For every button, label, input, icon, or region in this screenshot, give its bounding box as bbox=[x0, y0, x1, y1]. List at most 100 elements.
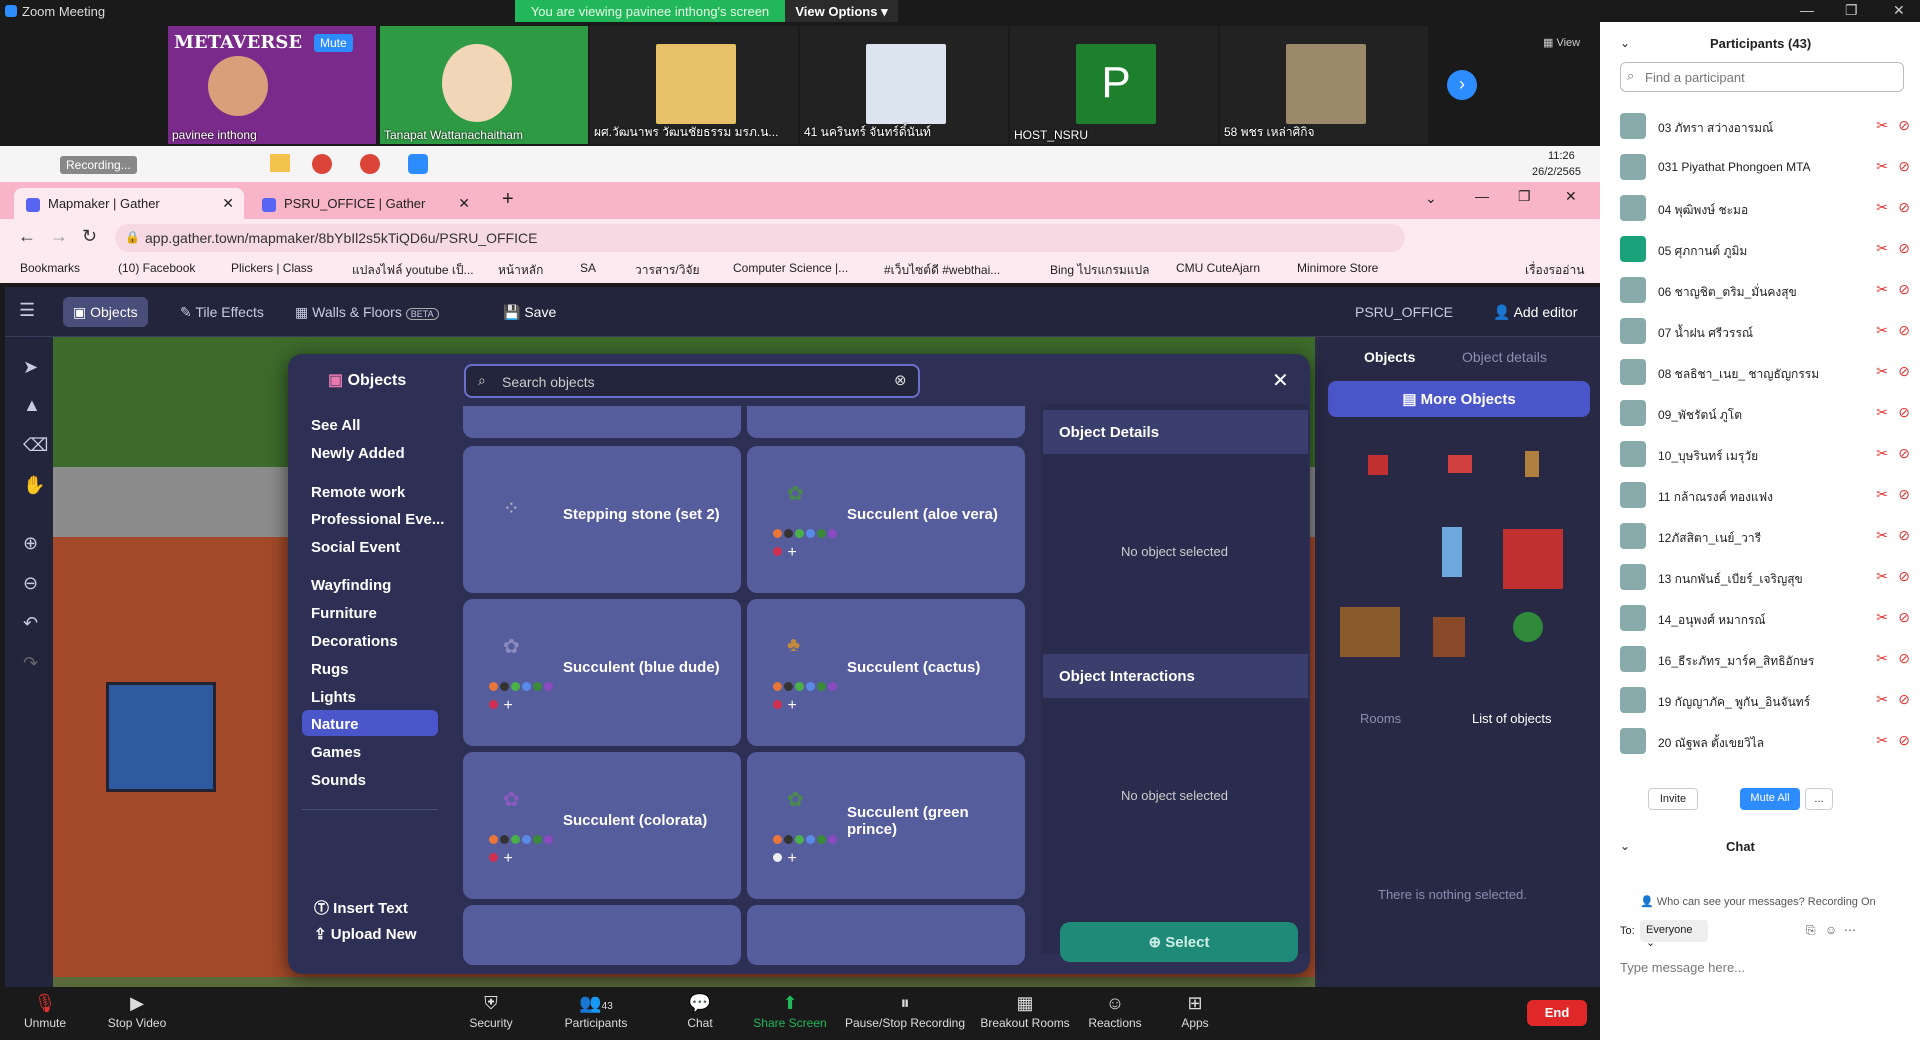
category-games[interactable]: Games bbox=[311, 744, 361, 761]
new-tab-icon[interactable]: + bbox=[502, 188, 514, 211]
close-icon[interactable]: ✕ bbox=[1893, 2, 1905, 19]
pause-recording-button[interactable]: ⏸ Pause/Stop Recording bbox=[840, 993, 970, 1030]
participant-row[interactable]: 07 น้ำฝน ศรีวรรณ์ ✂ ⊘ bbox=[1620, 314, 1910, 348]
objects-tool-button[interactable]: ▣ Objects bbox=[63, 297, 148, 327]
find-participant-input[interactable]: ⌕ Find a participant bbox=[1620, 62, 1904, 92]
close-icon[interactable]: ✕ bbox=[1565, 188, 1577, 205]
object-card[interactable] bbox=[747, 905, 1025, 965]
participant-row[interactable]: 031 Piyathat Phongoen MTA ✂ ⊘ bbox=[1620, 150, 1910, 184]
bookmark-item[interactable]: แปลงไฟล์ youtube เป็... bbox=[352, 261, 474, 280]
tab-objects[interactable]: Objects bbox=[1364, 349, 1415, 365]
object-card[interactable]: ⁘ Stepping stone (set 2) bbox=[463, 446, 741, 593]
select-tool-icon[interactable]: ➤ bbox=[23, 357, 38, 378]
restore-icon[interactable]: ❐ bbox=[1845, 2, 1858, 19]
category-nature[interactable]: Nature bbox=[311, 716, 359, 733]
participant-row[interactable]: 20 ณัฐพล ตั้งเขยวิไล ✂ ⊘ bbox=[1620, 724, 1910, 758]
stop-video-button[interactable]: ▶ Stop Video bbox=[92, 993, 182, 1030]
redo-icon[interactable]: ↷ bbox=[23, 653, 38, 674]
share-screen-button[interactable]: ⬆ Share Screen bbox=[745, 993, 835, 1030]
participant-row[interactable]: 19 กัญญาภัค_ พูกัน_อินจันทร์ ✂ ⊘ bbox=[1620, 683, 1910, 717]
more-icon[interactable]: ⋯ bbox=[1844, 923, 1856, 937]
category-rugs[interactable]: Rugs bbox=[311, 661, 349, 678]
object-card[interactable] bbox=[463, 406, 741, 438]
next-page-icon[interactable]: › bbox=[1447, 70, 1477, 100]
participant-row[interactable]: 16_ธีระภัทร_มาร์ค_สิทธิอักษร ✂ ⊘ bbox=[1620, 642, 1910, 676]
message-input[interactable]: Type message here... bbox=[1620, 960, 1745, 975]
category-professional-events[interactable]: Professional Eve... bbox=[311, 511, 444, 528]
emoji-icon[interactable]: ☺ bbox=[1825, 923, 1837, 937]
participant-row[interactable]: 11 กล้าณรงค์ ทองแฟง ✂ ⊘ bbox=[1620, 478, 1910, 512]
video-thumb[interactable]: 58 พชร เหล่าศิกิจ bbox=[1220, 26, 1428, 144]
video-thumb[interactable]: METAVERSE Mute pavinee inthong bbox=[168, 26, 376, 144]
minimize-icon[interactable]: — bbox=[1475, 188, 1489, 204]
select-button[interactable]: ⊕ Select bbox=[1060, 922, 1298, 962]
video-thumb[interactable]: P HOST_NSRU bbox=[1010, 26, 1218, 144]
chrome-icon[interactable] bbox=[312, 154, 332, 174]
security-button[interactable]: ⛨ Security bbox=[446, 993, 536, 1030]
tile-effects-button[interactable]: ✎ Tile Effects bbox=[170, 297, 274, 327]
minimize-icon[interactable]: — bbox=[1800, 2, 1814, 18]
object-card[interactable]: ✿ + Succulent (colorata) bbox=[463, 752, 741, 899]
category-social-event[interactable]: Social Event bbox=[311, 539, 400, 556]
object-card[interactable] bbox=[463, 905, 741, 965]
category-sounds[interactable]: Sounds bbox=[311, 772, 366, 789]
bookmark-item[interactable]: หน้าหลัก bbox=[498, 261, 543, 280]
participant-row[interactable]: 04 พุฒิพงษ์ ชะมอ ✂ ⊘ bbox=[1620, 191, 1910, 225]
chrome-icon[interactable] bbox=[360, 154, 380, 174]
video-thumb[interactable]: ผศ.วัฒนาพร วัฒนชัยธรรม มรภ.น... bbox=[590, 26, 798, 144]
upload-new-button[interactable]: ⇪ Upload New bbox=[314, 925, 417, 943]
restore-icon[interactable]: ❐ bbox=[1518, 188, 1531, 205]
eraser-tool-icon[interactable]: ⌫ bbox=[23, 435, 48, 456]
category-remote-work[interactable]: Remote work bbox=[311, 484, 405, 501]
reactions-button[interactable]: ☺ Reactions bbox=[1070, 993, 1160, 1030]
bookmark-item[interactable]: Computer Science |... bbox=[733, 261, 848, 275]
object-card[interactable]: ✿ + Succulent (aloe vera) bbox=[747, 446, 1025, 593]
object-card[interactable]: ✿ + Succulent (green prince) bbox=[747, 752, 1025, 899]
collapse-icon[interactable]: ⌄ bbox=[1620, 839, 1630, 853]
address-bar[interactable]: 🔒 app.gather.town/mapmaker/8bYbIl2s5kTiQ… bbox=[115, 224, 1405, 252]
collapse-icon[interactable]: ⌄ bbox=[1620, 36, 1630, 50]
category-see-all[interactable]: See All bbox=[311, 417, 360, 434]
chat-notice[interactable]: 👤 Who can see your messages? Recording O… bbox=[1640, 895, 1876, 908]
object-card[interactable] bbox=[747, 406, 1025, 438]
close-tab-icon[interactable]: ✕ bbox=[222, 195, 234, 212]
bookmark-item[interactable]: Bing ไปรแกรมแปล bbox=[1050, 261, 1150, 280]
category-newly-added[interactable]: Newly Added bbox=[311, 445, 405, 462]
bookmark-item[interactable]: เรื่องรออ่าน bbox=[1525, 261, 1584, 280]
participant-row[interactable]: 12ภัสสิตา_เนย์_วารี ✂ ⊘ bbox=[1620, 519, 1910, 553]
bookmark-item[interactable]: วารสาร/วิจัย bbox=[635, 261, 700, 280]
recipient-select[interactable]: Everyone ⌄ bbox=[1640, 920, 1708, 949]
category-furniture[interactable]: Furniture bbox=[311, 605, 377, 622]
more-objects-button[interactable]: ▤ More Objects bbox=[1328, 381, 1590, 417]
participant-row[interactable]: 08 ชลธิชา_เนย_ ชาญธัญกรรม ✂ ⊘ bbox=[1620, 355, 1910, 389]
category-lights[interactable]: Lights bbox=[311, 689, 356, 706]
participants-button[interactable]: 👥43 Participants bbox=[551, 993, 641, 1030]
forward-icon[interactable]: → bbox=[50, 226, 68, 247]
bookmark-item[interactable]: Plickers | Class bbox=[231, 261, 313, 275]
participant-row[interactable]: 14_อนุพงศ์ หมากรณ์ ✂ ⊘ bbox=[1620, 601, 1910, 635]
participant-row[interactable]: 06 ชาญชิต_ตริม_มั่นคงสุข ✂ ⊘ bbox=[1620, 273, 1910, 307]
category-decorations[interactable]: Decorations bbox=[311, 633, 398, 650]
mute-all-button[interactable]: Mute All bbox=[1740, 788, 1800, 810]
bookmark-item[interactable]: Bookmarks bbox=[20, 261, 80, 275]
zoom-in-icon[interactable]: ⊕ bbox=[23, 533, 38, 554]
search-input[interactable]: ⌕ Search objects ⊗ bbox=[464, 364, 920, 398]
tab-object-details[interactable]: Object details bbox=[1462, 349, 1547, 365]
undo-icon[interactable]: ↶ bbox=[23, 613, 38, 634]
bookmark-item[interactable]: (10) Facebook bbox=[118, 261, 195, 275]
close-tab-icon[interactable]: ✕ bbox=[458, 195, 470, 212]
tab-mapmaker[interactable]: Mapmaker | Gather ✕ bbox=[14, 188, 244, 219]
hand-tool-icon[interactable]: ✋ bbox=[23, 475, 45, 496]
view-options-button[interactable]: View Options ▾ bbox=[785, 0, 898, 22]
save-button[interactable]: 💾 Save bbox=[493, 297, 566, 327]
invite-button[interactable]: Invite bbox=[1648, 788, 1698, 810]
chat-button[interactable]: 💬 Chat bbox=[655, 993, 745, 1030]
stamp-tool-icon[interactable]: ▲ bbox=[23, 395, 41, 416]
file-icon[interactable]: ⎘ bbox=[1806, 923, 1816, 938]
insert-text-button[interactable]: Ⓣ Insert Text bbox=[314, 897, 408, 918]
video-thumb[interactable]: 41 นครินทร์ จันทร์ดิ์นันท์ bbox=[800, 26, 1008, 144]
video-thumb[interactable]: Tanapat Wattanachaitham bbox=[380, 26, 588, 144]
participant-row[interactable]: 13 กนกพันธ์_เบียร์_เจริญสุข ✂ ⊘ bbox=[1620, 560, 1910, 594]
mute-overlay-button[interactable]: Mute bbox=[314, 34, 353, 52]
tab-list-of-objects[interactable]: List of objects bbox=[1472, 711, 1552, 726]
